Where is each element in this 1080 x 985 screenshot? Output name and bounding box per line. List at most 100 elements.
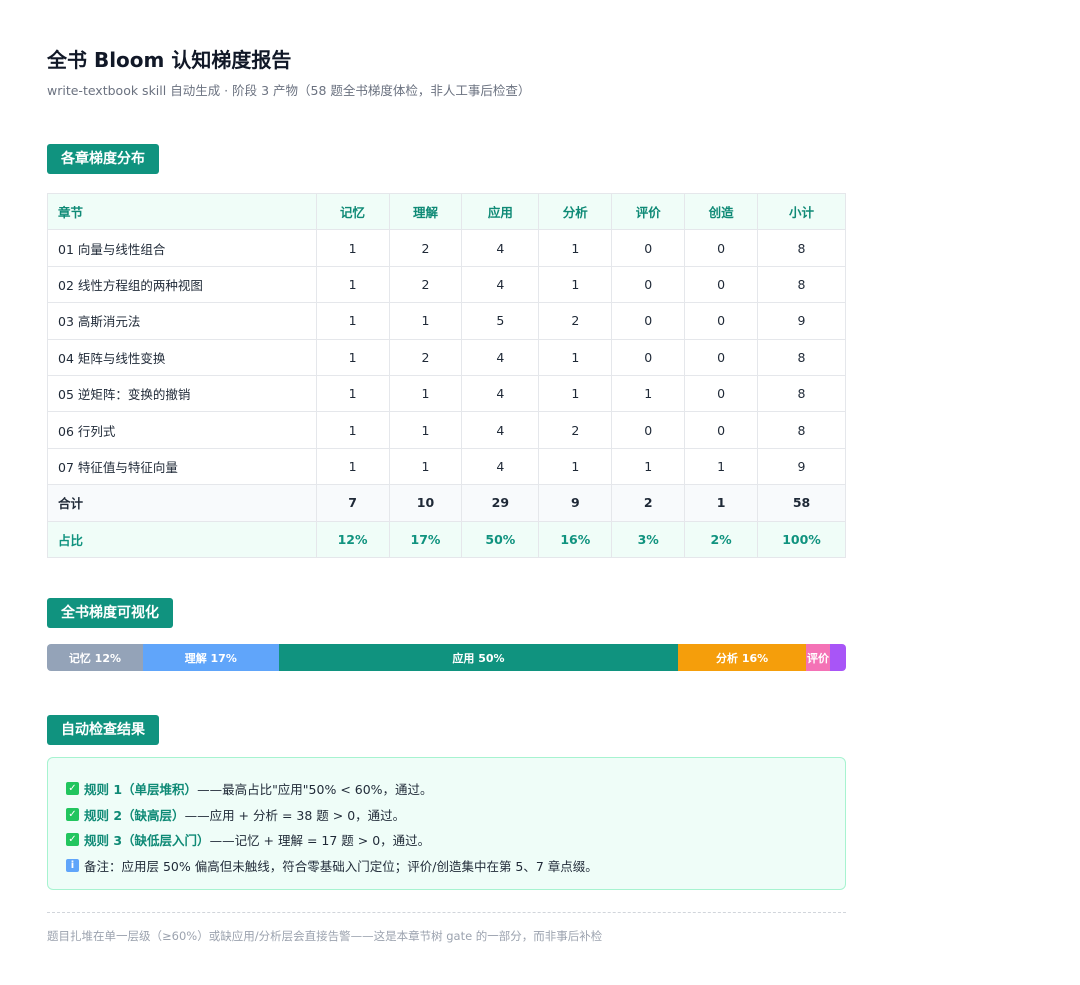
table-header-row: 章节 记忆 理解 应用 分析 评价 创造 小计 xyxy=(47,192,846,231)
gradient-segment: 评价 xyxy=(806,644,830,671)
table-cell: 1 xyxy=(315,411,390,449)
table-cell: 1 xyxy=(388,302,463,340)
table-cell: 4 xyxy=(461,447,540,486)
table-cell: 0 xyxy=(611,302,686,340)
table-cell: 2% xyxy=(684,520,759,558)
table-cell: 4 xyxy=(461,374,540,413)
table-row-label: 03 高斯消元法 xyxy=(47,302,317,340)
table-cell: 7 xyxy=(315,484,390,522)
distribution-table: 章节 记忆 理解 应用 分析 评价 创造 小计 01 向量与线性组合 1 2 4 1 0 0 8 02 线性方… xyxy=(47,192,846,558)
table-row-label: 合计 xyxy=(47,484,317,522)
table-row-label: 04 矩阵与线性变换 xyxy=(47,338,317,376)
table-cell: 3% xyxy=(611,520,686,558)
section-label-visual: 全书梯度可视化 xyxy=(47,598,173,628)
table-cell: 58 xyxy=(757,484,846,522)
table-cell: 2 xyxy=(388,265,463,304)
table-cell: 1 xyxy=(684,484,759,522)
table-cell: 9 xyxy=(538,484,613,522)
table-cell: 12% xyxy=(315,520,390,558)
footnote: 题目扎堆在单一层级（≥60%）或缺应用/分析层会直接告警——这是本章节树 gat… xyxy=(47,929,603,943)
table-cell: 100% xyxy=(757,520,846,558)
table-cell: 1 xyxy=(315,302,390,340)
table-cell: 8 xyxy=(757,338,846,376)
table-cell: 8 xyxy=(757,411,846,449)
table-total-row: 合计 7 10 29 9 2 1 58 xyxy=(47,484,846,522)
table-cell: 0 xyxy=(684,411,759,449)
table-cell: 1 xyxy=(538,338,613,376)
table-cell: 9 xyxy=(757,302,846,340)
table-cell: 0 xyxy=(611,229,686,267)
gradient-segment xyxy=(830,644,846,671)
table-cell: 0 xyxy=(611,338,686,376)
table-cell: 0 xyxy=(611,265,686,304)
check-icon: ✓ xyxy=(66,782,79,796)
table-cell: 1 xyxy=(388,447,463,486)
table-cell: 2 xyxy=(388,338,463,376)
table-row: 05 逆矩阵：变换的撤销 1 1 4 1 1 0 8 xyxy=(47,374,846,413)
table-cell: 29 xyxy=(461,484,540,522)
table-row-label: 07 特征值与特征向量 xyxy=(47,447,317,486)
table-cell: 1 xyxy=(538,229,613,267)
table-row: 01 向量与线性组合 1 2 4 1 0 0 8 xyxy=(47,229,846,267)
divider xyxy=(47,912,846,913)
table-row: 07 特征值与特征向量 1 1 4 1 1 1 9 xyxy=(47,447,846,486)
rule-name: 规则 3（缺低层入门） xyxy=(84,833,210,849)
table-header-cell: 章节 xyxy=(47,192,317,231)
table-cell: 17% xyxy=(388,520,463,558)
table-row: 06 行列式 1 1 4 2 0 0 8 xyxy=(47,411,846,449)
table-row-label: 占比 xyxy=(47,520,317,558)
rule-text: 备注：应用层 50% 偏高但未触线，符合零基础入门定位；评价/创造集中在第 5、… xyxy=(84,858,598,874)
table-header-cell: 理解 xyxy=(388,192,463,231)
table-header-cell: 分析 xyxy=(538,192,613,231)
table-row: 03 高斯消元法 1 1 5 2 0 0 9 xyxy=(47,302,846,340)
table-cell: 0 xyxy=(684,374,759,413)
table-cell: 1 xyxy=(538,447,613,486)
table-cell: 9 xyxy=(757,447,846,486)
table-row: 04 矩阵与线性变换 1 2 4 1 0 0 8 xyxy=(47,338,846,376)
rule-name: 规则 2（缺高层） xyxy=(84,807,185,823)
table-cell: 4 xyxy=(461,229,540,267)
table-cell: 1 xyxy=(315,229,390,267)
table-row-label: 02 线性方程组的两种视图 xyxy=(47,265,317,304)
table-cell: 1 xyxy=(315,447,390,486)
table-header-cell: 记忆 xyxy=(315,192,390,231)
check-icon: ✓ xyxy=(66,833,79,847)
table-cell: 0 xyxy=(684,338,759,376)
table-cell: 1 xyxy=(315,374,390,413)
check-result-line: ✓ 规则 1（单层堆积） ——最高占比"应用"50% < 60%，通过。 xyxy=(66,776,827,802)
table-cell: 4 xyxy=(461,265,540,304)
table-cell: 1 xyxy=(611,374,686,413)
table-cell: 2 xyxy=(538,411,613,449)
check-result-line: i 备注：应用层 50% 偏高但未触线，符合零基础入门定位；评价/创造集中在第 5… xyxy=(66,853,827,879)
page-subtitle: write-textbook skill 自动生成 · 阶段 3 产物（58 题… xyxy=(47,83,531,98)
table-cell: 1 xyxy=(315,338,390,376)
table-cell: 1 xyxy=(538,265,613,304)
table-cell: 50% xyxy=(461,520,540,558)
table-cell: 5 xyxy=(461,302,540,340)
page-title: 全书 Bloom 认知梯度报告 xyxy=(47,48,292,72)
rule-name: 规则 1（单层堆积） xyxy=(84,782,198,798)
table-row-label: 05 逆矩阵：变换的撤销 xyxy=(47,374,317,413)
table-cell: 8 xyxy=(757,265,846,304)
info-icon: i xyxy=(66,858,79,872)
rule-text: ——最高占比"应用"50% < 60%，通过。 xyxy=(197,782,433,798)
table-cell: 2 xyxy=(538,302,613,340)
table-cell: 2 xyxy=(388,229,463,267)
gradient-bar: 记忆 12% 理解 17% 应用 50% 分析 16% 评价 xyxy=(47,644,846,671)
rule-text: ——记忆 + 理解 = 17 题 > 0，通过。 xyxy=(209,833,431,849)
table-cell: 10 xyxy=(388,484,463,522)
gradient-segment: 应用 50% xyxy=(278,644,679,671)
table-cell: 16% xyxy=(538,520,613,558)
table-cell: 1 xyxy=(388,374,463,413)
table-cell: 0 xyxy=(684,302,759,340)
table-header-cell: 创造 xyxy=(684,192,759,231)
rule-text: ——应用 + 分析 = 38 题 > 0，通过。 xyxy=(184,807,406,823)
table-cell: 1 xyxy=(538,374,613,413)
table-cell: 8 xyxy=(757,229,846,267)
gradient-segment: 分析 16% xyxy=(678,644,807,671)
check-result-line: ✓ 规则 2（缺高层） ——应用 + 分析 = 38 题 > 0，通过。 xyxy=(66,802,827,828)
table-cell: 1 xyxy=(611,447,686,486)
table-header-cell: 小计 xyxy=(757,192,846,231)
section-label-distribution: 各章梯度分布 xyxy=(47,144,159,174)
check-icon: ✓ xyxy=(66,807,79,821)
